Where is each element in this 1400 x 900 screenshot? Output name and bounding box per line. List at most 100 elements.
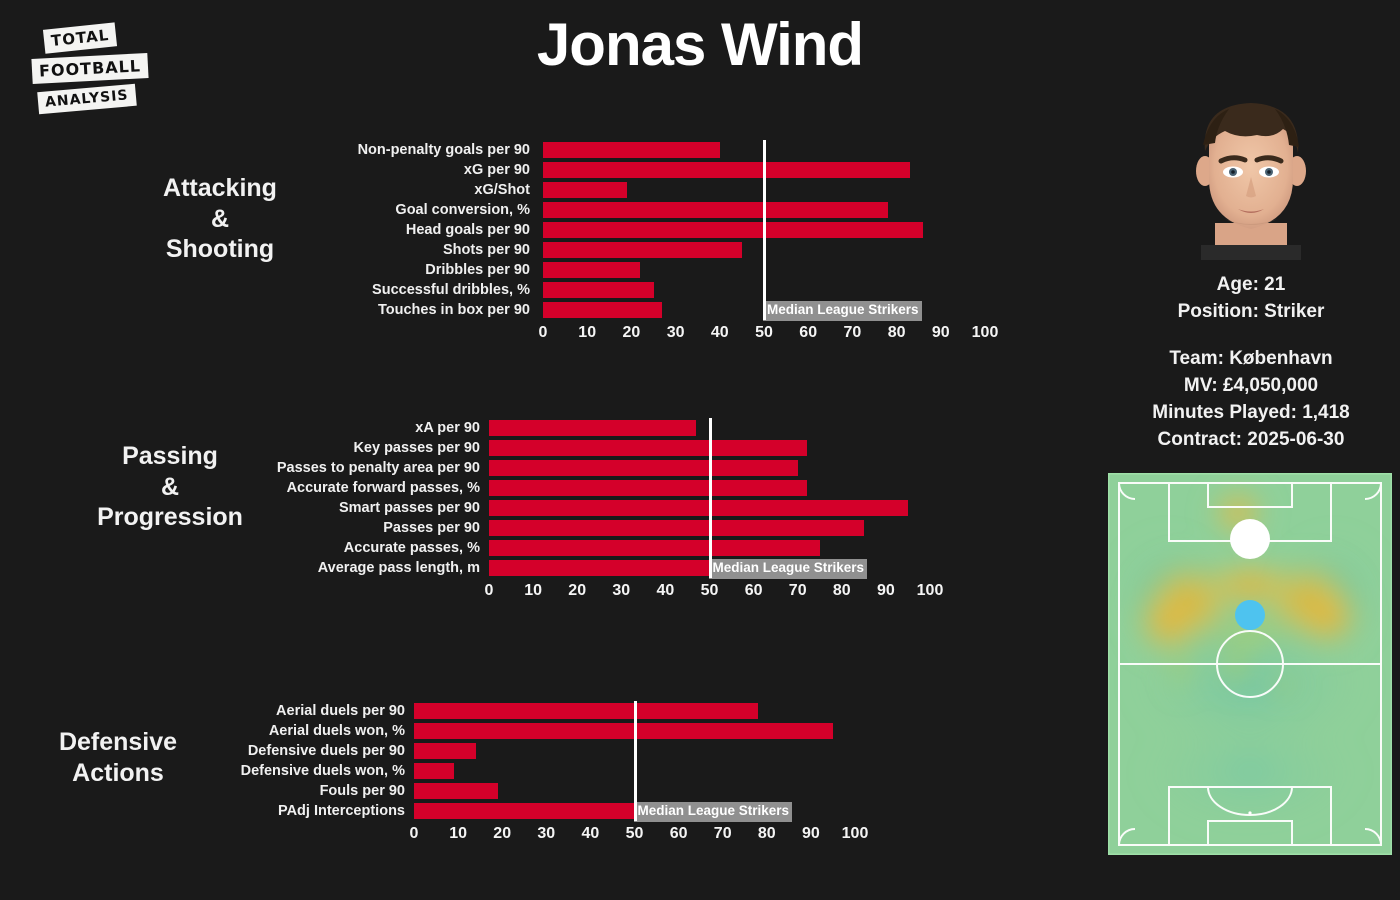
metric-label: Successful dribbles, % bbox=[372, 282, 530, 298]
bar-plot-passing: Median League Strikers 0 10 20 30 40 50 60 70 80 9… bbox=[485, 418, 943, 599]
bar bbox=[543, 142, 720, 158]
x-axis-tick: 90 bbox=[801, 825, 820, 842]
metric-label: Aerial duels won, % bbox=[268, 723, 405, 739]
metric-label: Accurate forward passes, % bbox=[286, 480, 480, 496]
median-label: Median League Strikers bbox=[708, 559, 868, 579]
metric-label: Touches in box per 90 bbox=[377, 302, 530, 318]
bar bbox=[414, 783, 498, 799]
x-axis-tick: 60 bbox=[799, 324, 818, 341]
heatmap-marker-white bbox=[1230, 519, 1270, 559]
median-label: Median League Strikers bbox=[763, 301, 922, 321]
section-title-line-1: Defensive bbox=[58, 728, 178, 756]
player-info-panel: Age: 21 Position: Striker Team: Københav… bbox=[1105, 95, 1397, 454]
player-age: Age: 21 bbox=[1216, 274, 1286, 295]
player-market-value: MV: £4,050,000 bbox=[1183, 374, 1319, 396]
section-title-line-2: & bbox=[160, 472, 180, 501]
x-axis-tick: 50 bbox=[755, 324, 773, 341]
x-axis-tick: 40 bbox=[710, 324, 729, 341]
metric-label-list-attacking: Non-penalty goals per 90 xG per 90 xG/Shot… bbox=[300, 140, 530, 320]
x-axis-tick: 70 bbox=[713, 825, 732, 842]
metric-label: Head goals per 90 bbox=[405, 222, 530, 238]
metric-label: Dribbles per 90 bbox=[425, 262, 530, 278]
logo-line-analysis: ANALYSIS bbox=[37, 83, 137, 115]
bar bbox=[489, 480, 807, 496]
bar bbox=[543, 222, 924, 238]
metric-label-list-defensive: Aerial duels per 90 Aerial duels won, % De… bbox=[190, 701, 405, 821]
metric-label: xG per 90 bbox=[463, 162, 530, 178]
bar bbox=[543, 202, 888, 218]
bar bbox=[489, 460, 798, 476]
bar-plot-defensive: Median League Strikers 0 10 20 30 40 50 60 70 80 9… bbox=[410, 701, 868, 842]
x-axis-tick: 50 bbox=[700, 582, 719, 599]
median-reference-line bbox=[763, 140, 766, 320]
bar bbox=[489, 440, 807, 456]
section-title-line-1: Attacking bbox=[163, 174, 277, 202]
section-title-line-3: Shooting bbox=[165, 235, 275, 263]
metric-label: Smart passes per 90 bbox=[338, 500, 480, 516]
section-title-passing: Passing & Progression bbox=[80, 441, 260, 533]
x-axis-tick: 30 bbox=[612, 582, 631, 599]
x-axis-tick: 100 bbox=[916, 582, 944, 599]
x-axis-tick: 30 bbox=[537, 825, 556, 842]
x-axis-tick: 70 bbox=[788, 582, 807, 599]
bar bbox=[414, 743, 476, 759]
heatmap-marker-blue bbox=[1235, 600, 1265, 630]
section-title-line-1: Passing bbox=[122, 442, 218, 470]
x-axis-tick: 80 bbox=[887, 324, 906, 341]
player-minutes-played: Minutes Played: 1,418 bbox=[1152, 401, 1350, 423]
player-team: Team: København bbox=[1169, 347, 1333, 369]
metric-label: Passes per 90 bbox=[383, 520, 480, 536]
section-title-line-2: & bbox=[210, 204, 230, 233]
page-title: Jonas Wind bbox=[536, 11, 864, 78]
metric-label: Fouls per 90 bbox=[319, 783, 405, 799]
bar bbox=[414, 803, 635, 819]
player-heatmap-pitch bbox=[1106, 471, 1394, 857]
chart-defensive-actions: Defensive Actions Aerial duels per 90 Aer… bbox=[0, 697, 890, 847]
x-axis-tick: 80 bbox=[757, 825, 776, 842]
bar bbox=[543, 182, 627, 198]
section-title-line-2: Actions bbox=[72, 758, 164, 787]
metric-label: Defensive duels won, % bbox=[240, 763, 405, 779]
bar bbox=[489, 560, 710, 576]
metric-label: Accurate passes, % bbox=[343, 540, 480, 556]
median-reference-line bbox=[633, 701, 637, 821]
x-axis-tick: 20 bbox=[493, 825, 512, 842]
player-portrait-svg bbox=[1105, 95, 1397, 260]
chart-passing-progression: Passing & Progression xA per 90 Key passe… bbox=[0, 413, 960, 603]
section-title-defensive: Defensive Actions bbox=[28, 727, 208, 788]
metric-label: Goal conversion, % bbox=[395, 202, 530, 218]
bar bbox=[489, 420, 697, 436]
player-contract: Contract: 2025-06-30 bbox=[1157, 428, 1345, 450]
metric-label: xG/Shot bbox=[474, 182, 530, 198]
x-axis-tick: 80 bbox=[832, 582, 851, 599]
heatmap-svg bbox=[1106, 471, 1394, 857]
bar bbox=[489, 500, 908, 516]
player-photo bbox=[1105, 95, 1397, 260]
x-axis-tick: 10 bbox=[578, 324, 597, 341]
metric-label-list-passing: xA per 90 Key passes per 90 Passes to pena… bbox=[240, 418, 480, 578]
x-axis-tick: 10 bbox=[449, 825, 467, 842]
x-axis-tick: 60 bbox=[669, 825, 688, 842]
median-label: Median League Strikers bbox=[633, 802, 793, 822]
x-axis-tick: 20 bbox=[622, 324, 641, 341]
player-position: Position: Striker bbox=[1177, 300, 1325, 322]
x-axis-tick: 20 bbox=[568, 582, 587, 599]
x-axis-tick: 70 bbox=[843, 324, 862, 341]
x-axis-tick: 100 bbox=[971, 324, 999, 341]
x-axis-tick: 0 bbox=[484, 582, 494, 599]
section-title-attacking: Attacking & Shooting bbox=[140, 173, 300, 265]
median-reference-line bbox=[708, 418, 712, 578]
bar bbox=[543, 282, 654, 298]
x-axis-tick: 10 bbox=[524, 582, 542, 599]
x-axis-tick: 40 bbox=[581, 825, 600, 842]
x-axis-tick: 40 bbox=[656, 582, 675, 599]
bar bbox=[543, 162, 910, 178]
x-axis-tick: 50 bbox=[625, 825, 644, 842]
metric-label: Aerial duels per 90 bbox=[276, 703, 405, 719]
bar bbox=[489, 540, 820, 556]
x-axis-tick: 100 bbox=[841, 825, 869, 842]
metric-label: Shots per 90 bbox=[442, 242, 530, 258]
metric-label: Non-penalty goals per 90 bbox=[357, 142, 530, 158]
bar bbox=[414, 723, 833, 739]
